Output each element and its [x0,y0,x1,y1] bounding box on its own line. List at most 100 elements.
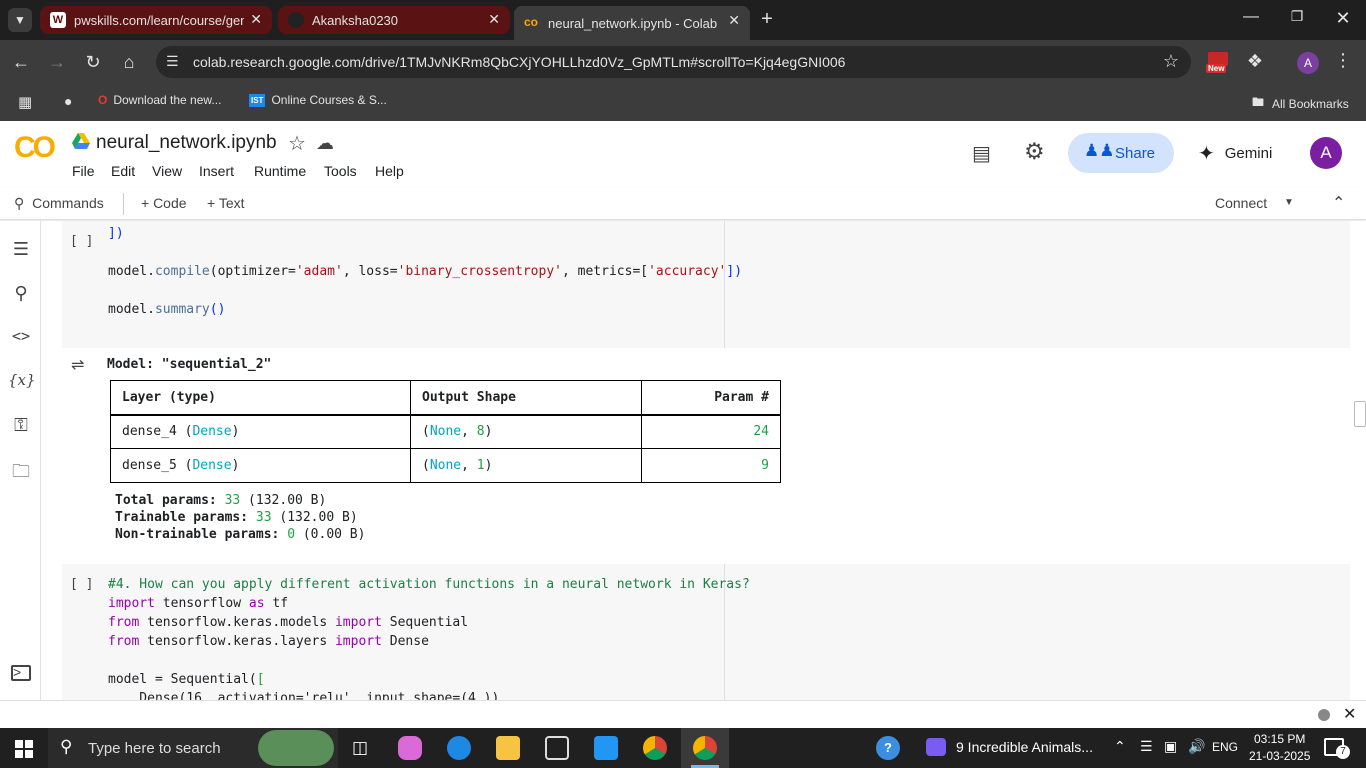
menu-edit[interactable]: Edit [111,163,135,179]
bookmark-download[interactable]: O Download the new... [98,93,221,107]
table-of-contents-icon[interactable]: ☰ [8,239,34,263]
menu-help[interactable]: Help [375,163,404,179]
reload-icon[interactable]: ↻ [82,52,104,73]
github-favicon-icon [288,12,304,28]
connect-dropdown-icon[interactable]: ▼ [1284,197,1294,208]
cell-run-bracket[interactable]: [ ] [70,577,93,592]
taskbar-search-box[interactable]: ⚲ Type here to search [48,728,338,768]
mail-icon[interactable] [545,736,569,760]
chrome-active-icon[interactable] [681,728,729,768]
code-cell[interactable] [62,221,1350,348]
show-hidden-icons-chevron[interactable]: ⌃ [1114,738,1126,755]
tab-github[interactable]: Akanksha0230 ✕ [278,6,510,34]
notebook-scrollbar[interactable] [1354,401,1366,427]
code-token: from [108,634,140,649]
share-label: Share [1115,145,1156,162]
files-folder-icon[interactable]: 🗀 [8,459,34,483]
site-info-icon[interactable]: ☰ [166,53,179,70]
clock-date[interactable]: 21-03-2025 [1249,749,1310,763]
tab-colab[interactable]: co neural_network.ipynb - Colab ✕ [514,6,750,40]
add-code-button[interactable]: + Code [141,195,187,211]
colab-logo[interactable]: CO [14,131,56,165]
notebook-toolbar: ⚲ Commands + Code + Text Connect ▼ ⌃ [0,187,1366,220]
extensions-icon[interactable]: ❖ [1244,51,1266,72]
comments-icon[interactable]: ▤ [972,141,991,166]
profile-avatar[interactable]: A [1297,52,1319,74]
extension-new-icon[interactable]: New [1206,52,1230,76]
network-icon[interactable]: ☰ [1140,738,1153,755]
forward-icon[interactable]: → [46,52,68,73]
menu-file[interactable]: File [72,163,95,179]
tab-pwskills[interactable]: W pwskills.com/learn/course/gena ✕ [40,6,272,34]
layer-cell: dense_5 (Dense) [110,448,411,483]
battery-icon[interactable]: ▣ [1164,738,1177,755]
commands-button[interactable]: ⚲ Commands [14,195,104,212]
close-tab-icon[interactable]: ✕ [250,11,262,28]
language-indicator[interactable]: ENG [1212,740,1238,754]
bookmark-online-courses[interactable]: IST Online Courses & S... [249,93,387,107]
back-icon[interactable]: ← [10,52,32,73]
column-header: Param # [641,380,781,416]
clock-time[interactable]: 03:15 PM [1254,732,1305,746]
menu-runtime[interactable]: Runtime [254,163,306,179]
tab-search-icon[interactable]: ▼ [8,8,32,32]
close-status-icon[interactable]: ✕ [1343,704,1356,724]
cloud-icon[interactable]: ☁ [316,133,334,154]
apps-icon[interactable]: ▦ [18,93,32,111]
code-snippets-icon[interactable]: <> [8,327,34,351]
minimize-icon[interactable]: — [1240,8,1262,26]
cell-run-bracket[interactable]: [ ] [70,234,93,249]
find-replace-icon[interactable]: ⚲ [8,283,34,307]
user-avatar[interactable]: A [1310,137,1342,169]
non-trainable-params: Non-trainable params: 0 (0.00 B) [115,527,365,542]
search-highlight-icon [258,730,334,766]
chrome-icon[interactable] [643,736,667,760]
star-icon[interactable]: ☆ [288,131,306,156]
restore-icon[interactable]: ❐ [1286,8,1308,25]
tab-title: Akanksha0230 [312,12,399,28]
terminal-icon[interactable]: >_ [11,665,31,681]
media-widget[interactable]: 9 Incredible Animals... [926,738,1093,756]
help-icon[interactable]: ? [876,736,900,760]
file-explorer-icon[interactable] [496,736,520,760]
gemini-button[interactable]: ✦ Gemini [1198,141,1272,166]
summary-label: Non-trainable params: [115,527,288,542]
copilot-icon[interactable] [398,736,422,760]
code-token: model = Sequential( [108,672,257,687]
variables-icon[interactable]: {x} [8,371,36,395]
edge-icon[interactable] [447,736,471,760]
connect-button[interactable]: Connect [1215,195,1267,211]
windows-start-icon[interactable] [15,740,33,758]
collapse-chevron-icon[interactable]: ⌃ [1332,193,1345,213]
globe-icon[interactable]: ● [64,93,72,109]
task-view-icon[interactable]: ◫ [348,736,372,760]
notification-icon[interactable]: 7 [1324,738,1350,759]
vscode-icon[interactable] [594,736,618,760]
menu-insert[interactable]: Insert [199,163,234,179]
secrets-key-icon[interactable]: ⚿ [8,415,34,439]
output-toggle-icon[interactable]: ⇌ [71,355,84,375]
home-icon[interactable]: ⌂ [118,52,140,73]
new-tab-icon[interactable]: + [756,8,778,31]
add-text-button[interactable]: + Text [207,195,245,211]
settings-gear-icon[interactable]: ⚙ [1024,138,1045,165]
close-tab-icon[interactable]: ✕ [488,11,500,28]
menu-view[interactable]: View [152,163,182,179]
layer-type: Dense [192,424,232,440]
model-summary-table: Layer (type) Output Shape Param # dense_… [110,380,781,483]
layer-cell: dense_4 (Dense) [110,414,411,449]
notebook-title[interactable]: neural_network.ipynb [96,132,277,154]
share-button[interactable]: ♟♟ Share [1068,133,1174,173]
all-bookmarks[interactable]: 🖿 All Bookmarks [1252,93,1349,114]
code-token: tf [264,596,289,611]
tab-title: pwskills.com/learn/course/gena [74,12,244,28]
close-window-icon[interactable]: ✕ [1332,8,1354,29]
volume-icon[interactable]: 🔊 [1188,738,1205,755]
menu-tools[interactable]: Tools [324,163,357,179]
browser-menu-icon[interactable]: ⋮ [1332,50,1354,71]
bookmark-star-icon[interactable]: ☆ [1163,51,1179,72]
code-token: as [248,596,265,611]
close-tab-icon[interactable]: ✕ [728,12,740,29]
address-bar[interactable]: ☰ colab.research.google.com/drive/1TMJvN… [156,46,1191,78]
taskbar-search-placeholder: Type here to search [88,740,221,757]
